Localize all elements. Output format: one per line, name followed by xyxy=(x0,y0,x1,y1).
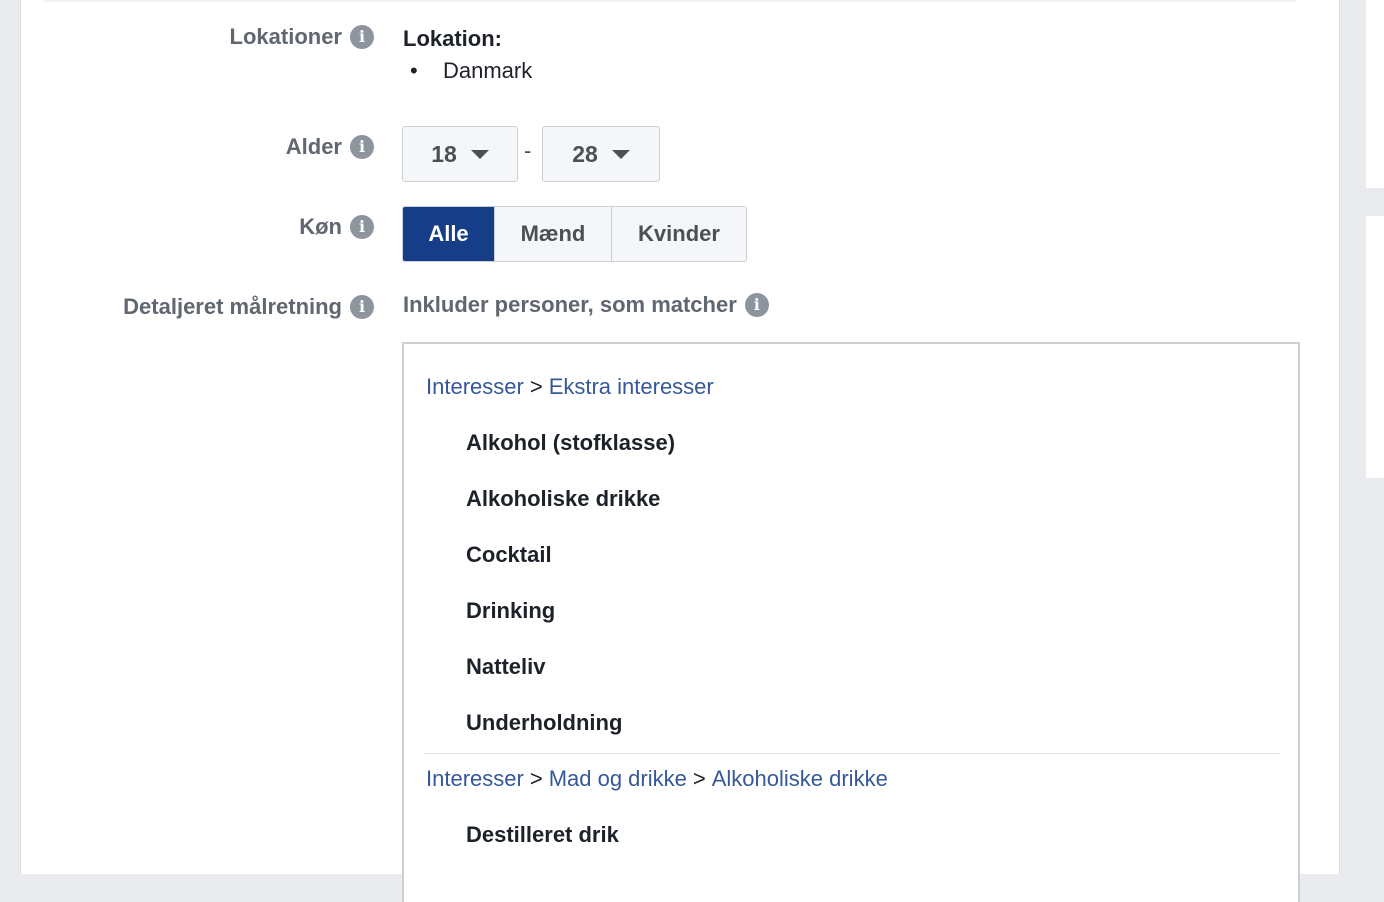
list-item[interactable]: Alkohol (stofklasse) xyxy=(466,430,675,456)
locations-label-text: Lokationer xyxy=(229,24,342,49)
breadcrumb-separator: > xyxy=(529,766,543,791)
list-item[interactable]: Natteliv xyxy=(466,654,545,680)
gender-segmented-control: Alle Mænd Kvinder xyxy=(402,206,747,262)
detailed-targeting-label: Detaljeret målretning i xyxy=(123,294,374,320)
breadcrumb-link-food-drink[interactable]: Mad og drikke xyxy=(549,766,687,791)
breadcrumb: Interesser > Ekstra interesser xyxy=(426,374,714,400)
info-icon[interactable]: i xyxy=(350,135,374,159)
bullet: • xyxy=(410,58,418,83)
gender-option-women[interactable]: Kvinder xyxy=(612,207,746,261)
breadcrumb-link-interests[interactable]: Interesser xyxy=(426,766,524,791)
age-from-value: 18 xyxy=(431,140,457,167)
breadcrumb-link-alcoholic-drinks[interactable]: Alkoholiske drikke xyxy=(712,766,888,791)
breadcrumb-link-interests[interactable]: Interesser xyxy=(426,374,524,399)
targeting-selection-box: Interesser > Ekstra interesser Alkohol (st… xyxy=(402,342,1300,902)
breadcrumb-link-extra-interests[interactable]: Ekstra interesser xyxy=(549,374,714,399)
age-label-text: Alder xyxy=(285,134,342,159)
side-card xyxy=(1366,0,1384,188)
age-separator: - xyxy=(524,138,532,163)
list-item[interactable]: Underholdning xyxy=(466,710,622,736)
breadcrumb-separator: > xyxy=(692,766,706,791)
gender-label: Køn i xyxy=(299,214,374,240)
location-name: Danmark xyxy=(443,58,533,83)
breadcrumb-separator: > xyxy=(529,374,543,399)
info-icon[interactable]: i xyxy=(350,295,374,319)
include-people-label: Inkluder personer, som matcher i xyxy=(403,292,769,318)
list-item[interactable]: Destilleret drik xyxy=(466,822,619,848)
location-list: • Danmark xyxy=(403,58,532,84)
section-divider xyxy=(44,0,1296,2)
breadcrumb: Interesser > Mad og drikke > Alkoholiske dri… xyxy=(426,766,888,792)
caret-down-icon xyxy=(470,149,489,159)
side-card xyxy=(1366,216,1384,478)
list-item[interactable]: Cocktail xyxy=(466,542,552,568)
detailed-targeting-label-text: Detaljeret målretning xyxy=(123,294,342,319)
info-icon[interactable]: i xyxy=(350,215,374,239)
include-people-text: Inkluder personer, som matcher xyxy=(403,292,737,317)
location-heading: Lokation: xyxy=(403,26,502,51)
caret-down-icon xyxy=(611,149,630,159)
info-icon[interactable]: i xyxy=(744,293,769,317)
age-to-select[interactable]: 28 xyxy=(542,126,660,182)
list-item[interactable]: Alkoholiske drikke xyxy=(466,486,660,512)
list-item[interactable]: Drinking xyxy=(466,598,555,624)
gender-label-text: Køn xyxy=(299,214,342,239)
age-from-select[interactable]: 18 xyxy=(402,126,518,182)
age-to-value: 28 xyxy=(572,140,598,167)
info-icon[interactable]: i xyxy=(350,25,374,49)
group-divider xyxy=(424,753,1280,754)
gender-option-men[interactable]: Mænd xyxy=(495,207,612,261)
age-label: Alder i xyxy=(286,134,374,160)
locations-label: Lokationer i xyxy=(230,24,374,50)
gender-option-all[interactable]: Alle xyxy=(403,207,495,261)
list-item: • Danmark xyxy=(403,58,532,84)
